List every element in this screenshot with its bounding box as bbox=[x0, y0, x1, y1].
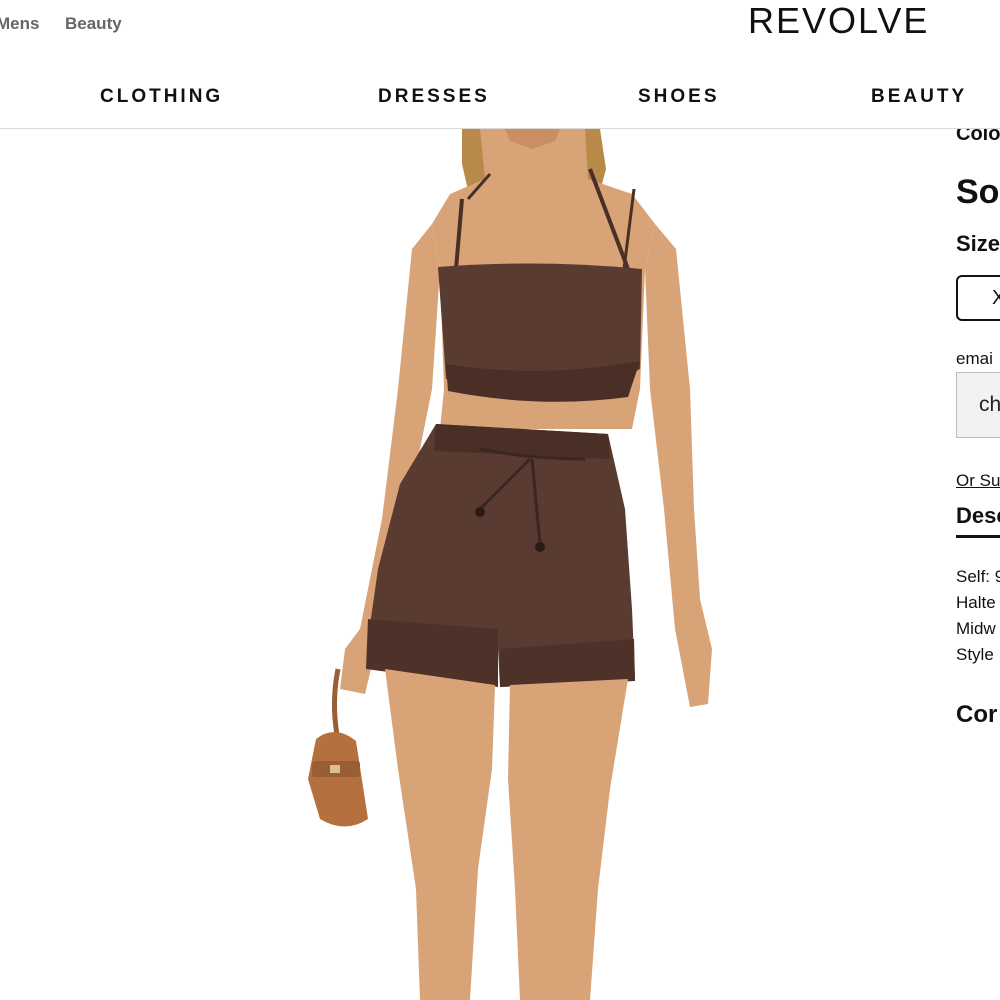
product-name: So bbox=[956, 173, 1000, 211]
size-option-label: X bbox=[992, 287, 1000, 309]
email-label: emai bbox=[956, 349, 993, 368]
description-line: Self: 9 bbox=[956, 567, 1000, 586]
email-check-label: ch bbox=[979, 393, 1000, 416]
product-details-panel: Colo So Size X emai ch Or Sub Desc Self:… bbox=[940, 129, 1000, 1000]
description-line: Midw bbox=[956, 619, 996, 638]
nav-dresses[interactable]: DRESSES bbox=[378, 86, 490, 108]
description-line: Halte bbox=[956, 593, 996, 612]
color-label: Colo bbox=[956, 129, 1000, 145]
site-header: Mens Beauty REVOLVE CLOTHING DRESSES SHO… bbox=[0, 0, 1000, 129]
nav-link-mens[interactable]: Mens bbox=[0, 14, 39, 34]
nav-shoes[interactable]: SHOES bbox=[638, 86, 720, 108]
size-label: Size bbox=[956, 231, 1000, 256]
description-line: Style bbox=[956, 645, 994, 664]
section-heading: Cor bbox=[956, 701, 998, 728]
tab-description[interactable]: Desc bbox=[956, 503, 1000, 538]
nav-link-beauty[interactable]: Beauty bbox=[65, 14, 122, 34]
size-option-button[interactable]: X bbox=[956, 275, 1000, 321]
nav-beauty[interactable]: BEAUTY bbox=[871, 86, 967, 108]
nav-clothing[interactable]: CLOTHING bbox=[100, 86, 223, 108]
revolve-logo[interactable]: REVOLVE bbox=[748, 0, 929, 42]
model-illustration bbox=[308, 129, 712, 1000]
product-image[interactable] bbox=[0, 129, 940, 1000]
subscribe-link[interactable]: Or Sub bbox=[956, 471, 1000, 491]
email-check-button[interactable]: ch bbox=[956, 372, 1000, 438]
